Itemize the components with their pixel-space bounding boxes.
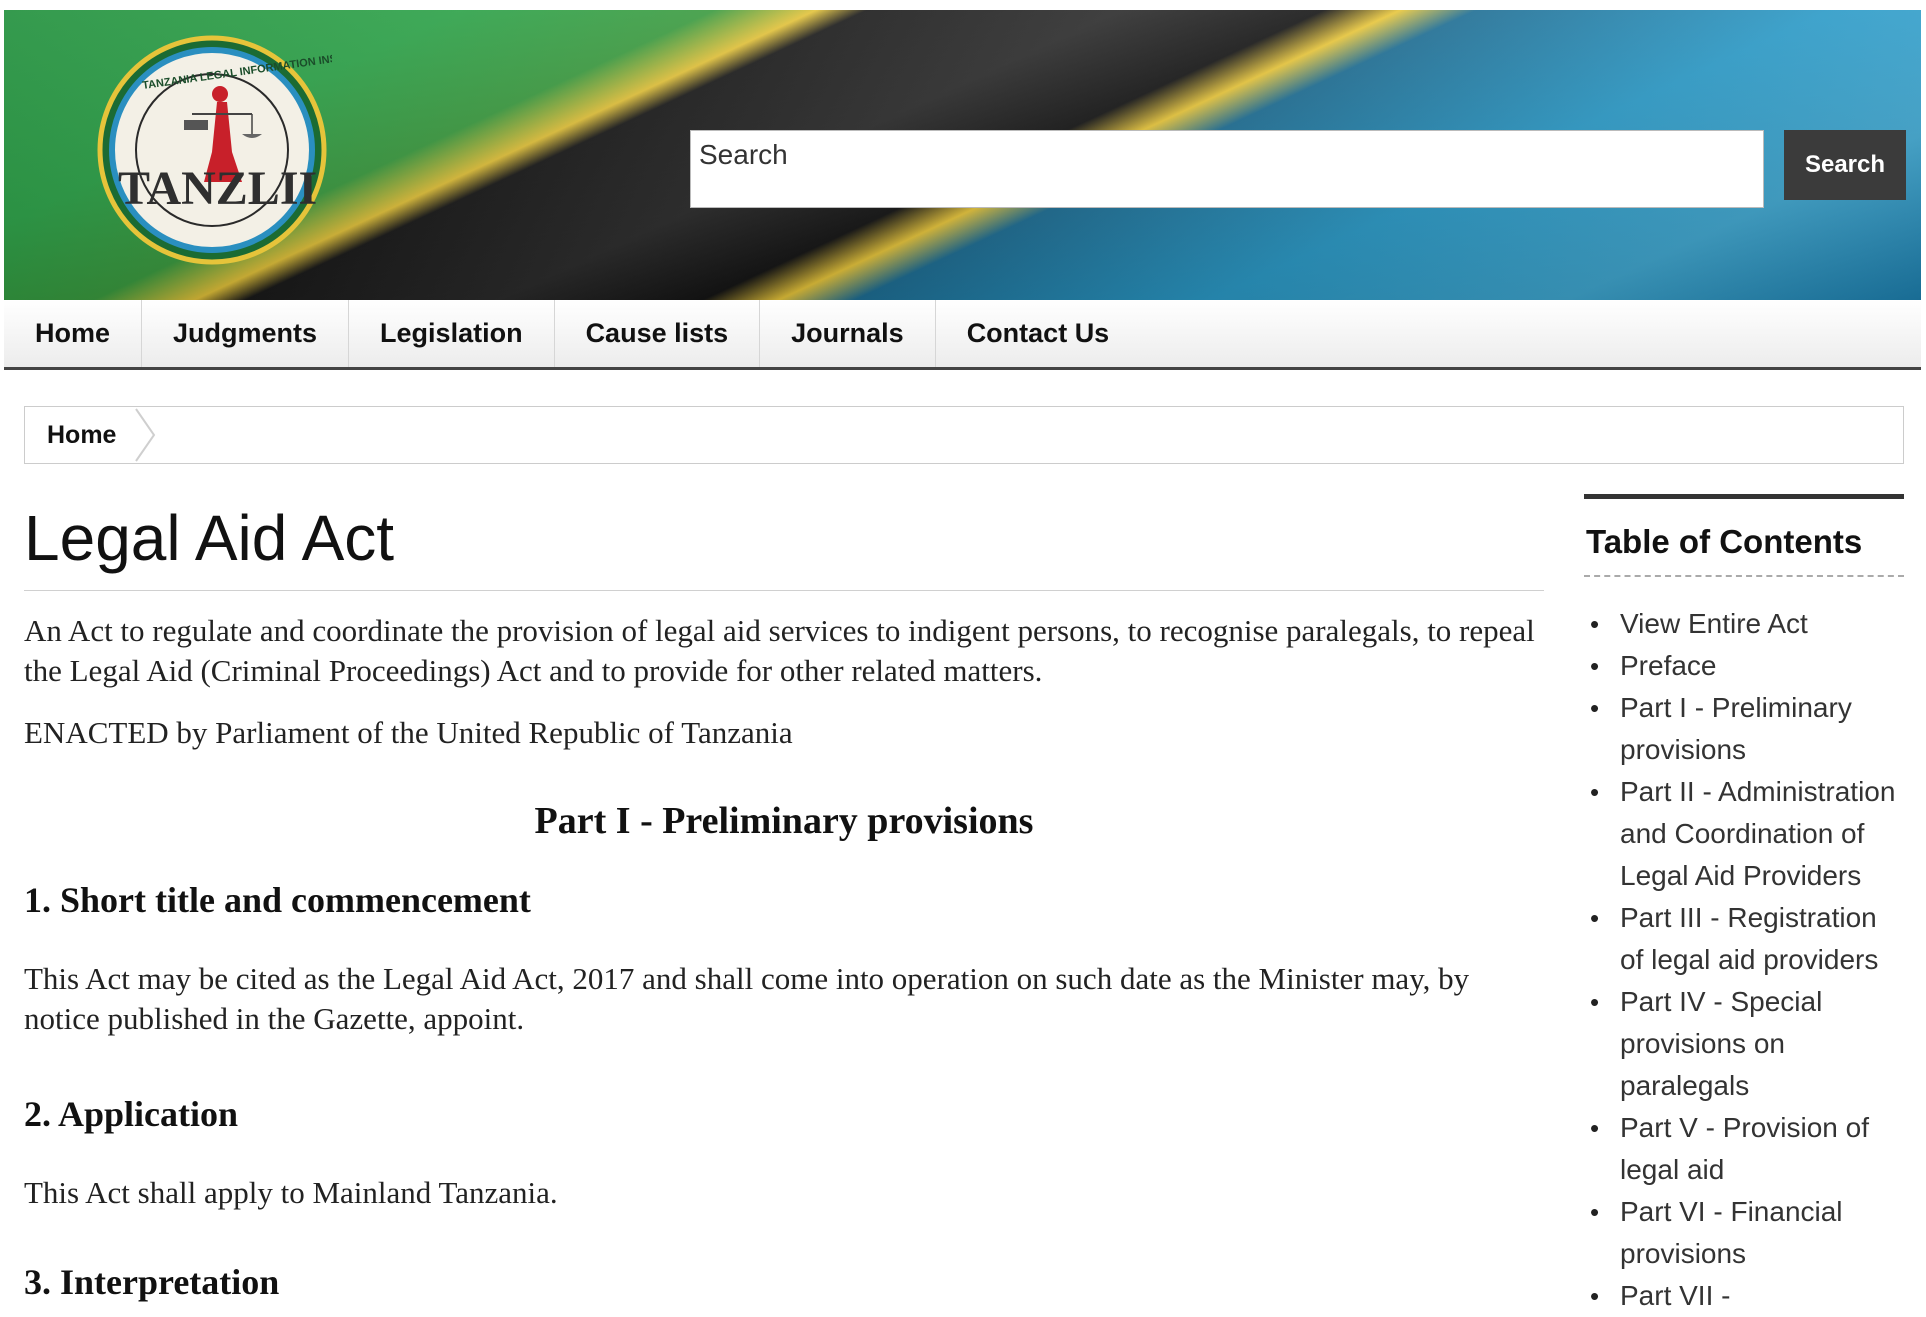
toc-item[interactable]: View Entire Act [1584, 603, 1904, 645]
nav-home[interactable]: Home [4, 300, 143, 367]
toc-title: Table of Contents [1586, 523, 1863, 560]
toc-item[interactable]: Part V - Provision of legal aid [1584, 1107, 1904, 1191]
nav-journals[interactable]: Journals [760, 300, 936, 367]
toc-item[interactable]: Part VI - Financial provisions [1584, 1191, 1904, 1275]
toc-item[interactable]: Preface [1584, 645, 1904, 687]
tanzlii-logo[interactable]: TANZLII TANZANIA LEGAL INFORMATION INSTI… [92, 32, 332, 272]
logo-wordmark: TANZLII [118, 162, 317, 215]
section-heading: 1. Short title and commencement [24, 880, 531, 920]
title-divider [24, 590, 1544, 591]
section-heading: 3. Interpretation [24, 1262, 280, 1302]
search-input[interactable]: Search [690, 130, 1764, 208]
search-button[interactable]: Search [1784, 130, 1906, 200]
page-title: Legal Aid Act [24, 502, 395, 574]
nav-judgments[interactable]: Judgments [142, 300, 350, 367]
toc-item[interactable]: Part IV - Special provisions on paralega… [1584, 981, 1904, 1107]
toc-item[interactable]: Part III - Registration of legal aid pro… [1584, 897, 1904, 981]
toc-top-border [1584, 494, 1904, 499]
toc-divider [1584, 575, 1904, 577]
main-nav: Home Judgments Legislation Cause lists J… [4, 300, 1921, 370]
section-heading: 2. Application [24, 1094, 239, 1134]
toc-sidebar: Table of Contents View Entire Act Prefac… [1584, 494, 1904, 1317]
main-content: Legal Aid Act An Act to regulate and coo… [24, 490, 1544, 1303]
section-text: This Act shall apply to Mainland Tanzani… [24, 1175, 558, 1210]
header-banner: TANZLII TANZANIA LEGAL INFORMATION INSTI… [4, 10, 1921, 300]
chevron-right-icon [135, 408, 156, 462]
part-heading: Part I - Preliminary provisions [534, 800, 1034, 842]
nav-cause-lists[interactable]: Cause lists [555, 300, 761, 367]
enacting-formula: ENACTED by Parliament of the United Repu… [24, 715, 793, 750]
act-long-title: An Act to regulate and coordinate the pr… [24, 613, 1535, 688]
breadcrumb: Home [24, 406, 1904, 464]
toc-item[interactable]: Part I - Preliminary provisions [1584, 687, 1904, 771]
nav-legislation[interactable]: Legislation [349, 300, 555, 367]
toc-item[interactable]: Part VII - [1584, 1275, 1904, 1317]
toc-list: View Entire Act Preface Part I - Prelimi… [1584, 603, 1904, 1317]
toc-item[interactable]: Part II - Administration and Coordinatio… [1584, 771, 1904, 897]
section-text: This Act may be cited as the Legal Aid A… [24, 961, 1470, 1036]
breadcrumb-home[interactable]: Home [25, 421, 134, 450]
nav-contact-us[interactable]: Contact Us [936, 300, 1141, 367]
